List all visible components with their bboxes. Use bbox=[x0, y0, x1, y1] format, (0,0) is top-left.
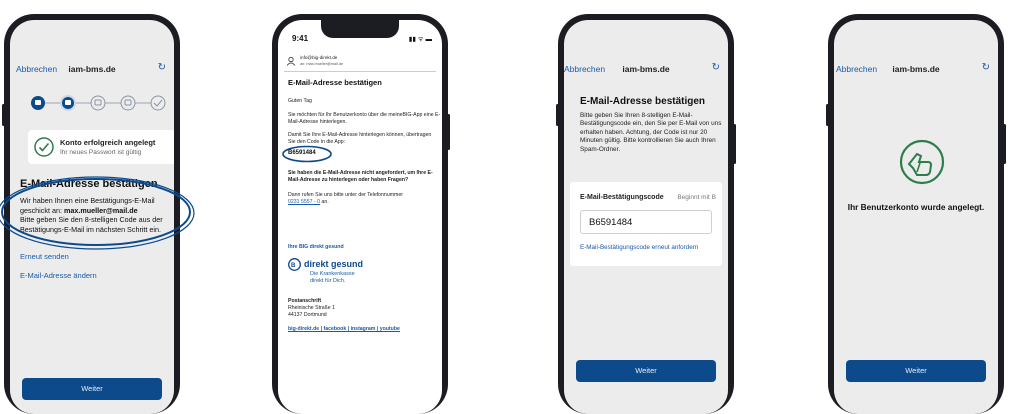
reload-icon[interactable]: ↻ bbox=[982, 62, 990, 73]
highlight-ellipse bbox=[0, 176, 195, 250]
phone-4: Abbrechen iam-bms.de ↻ Ihr Benutzerkonto… bbox=[826, 14, 1006, 414]
field-hint: Beginnt mit B bbox=[677, 194, 716, 201]
instruction-text: Bitte geben Sie Ihren 8-stelligen E-Mail… bbox=[580, 112, 722, 153]
reload-icon[interactable]: ↻ bbox=[712, 62, 720, 73]
field-label: E-Mail-Bestätigungscode bbox=[580, 194, 664, 201]
step-5 bbox=[150, 95, 166, 111]
phone-3: Abbrechen iam-bms.de ↻ E-Mail-Adresse be… bbox=[556, 14, 736, 414]
phone-side-button bbox=[733, 124, 736, 164]
footer-links[interactable]: big-direkt.de | facebook | instagram | y… bbox=[288, 326, 400, 333]
status-icons: ▮▮ ᯤ ▬ bbox=[408, 36, 432, 43]
success-title: Konto erfolgreich angelegt bbox=[60, 138, 156, 147]
phone-side-button bbox=[1003, 124, 1006, 164]
screen-account-done: Abbrechen iam-bms.de ↻ Ihr Benutzerkonto… bbox=[834, 20, 998, 414]
code-highlight-ellipse bbox=[282, 145, 332, 163]
email-greeting: Guten Tag bbox=[288, 98, 312, 104]
big-logo: B direkt gesund Die Krankenkasse direkt … bbox=[288, 258, 388, 292]
phone-notch bbox=[321, 20, 399, 38]
next-button[interactable]: Weiter bbox=[576, 360, 716, 382]
status-time: 9:41 bbox=[292, 34, 309, 43]
nav-bar: Abbrechen iam-bms.de ↻ bbox=[564, 62, 728, 78]
code-input[interactable]: B6591484 bbox=[580, 210, 712, 234]
nav-bar: Abbrechen iam-bms.de ↻ bbox=[834, 62, 998, 78]
thumbs-up-icon bbox=[899, 139, 945, 185]
screen-email: 9:41 ▮▮ ᯤ ▬ info@big-direkt.de an: max.m… bbox=[278, 20, 442, 414]
call-prefix: Dann rufen Sie uns bitte unter der Telef… bbox=[288, 192, 403, 198]
email-question: Sie haben die E-Mail-Adresse nicht angef… bbox=[288, 170, 433, 183]
step-4 bbox=[120, 95, 136, 111]
phone-side-button bbox=[826, 104, 829, 126]
success-check-icon bbox=[34, 137, 54, 157]
divider bbox=[284, 71, 436, 72]
page-title: E-Mail-Adresse bestätigen bbox=[580, 96, 706, 107]
phone-side-button bbox=[556, 104, 559, 126]
resend-code-link[interactable]: E-Mail-Bestätigungscode erneut anfordern bbox=[580, 244, 698, 251]
phone-2: 9:41 ▮▮ ᯤ ▬ info@big-direkt.de an: max.m… bbox=[272, 14, 450, 414]
change-email-link[interactable]: E-Mail-Adresse ändern bbox=[20, 271, 97, 280]
success-subtitle: Ihr neues Passwort ist gültig bbox=[60, 149, 142, 156]
logo-tagline-2: direkt für Dich. bbox=[310, 278, 346, 284]
success-card: Konto erfolgreich angelegt Ihr neues Pas… bbox=[28, 130, 174, 164]
logo-name: direkt gesund bbox=[304, 259, 364, 269]
email-call-text: Dann rufen Sie uns bitte unter der Telef… bbox=[288, 192, 442, 206]
email-signoff: Ihre BIG direkt gesund bbox=[288, 244, 344, 250]
nav-bar: Abbrechen iam-bms.de ↻ bbox=[10, 62, 174, 78]
reload-icon[interactable]: ↻ bbox=[158, 62, 166, 73]
screen-enter-code: Abbrechen iam-bms.de ↻ E-Mail-Adresse be… bbox=[564, 20, 728, 414]
address-line-2: 44137 Dortmund bbox=[288, 312, 327, 318]
sender-avatar-icon bbox=[286, 56, 296, 66]
host-label: iam-bms.de bbox=[68, 64, 116, 74]
logo-tagline-1: Die Krankenkasse bbox=[310, 271, 355, 277]
progress-stepper bbox=[31, 95, 166, 111]
email-to: an: max.mueller@mail.de bbox=[300, 62, 344, 66]
host-label: iam-bms.de bbox=[892, 64, 940, 74]
success-message: Ihr Benutzerkonto wurde angelegt. bbox=[847, 202, 985, 212]
call-suffix: an. bbox=[320, 199, 329, 205]
phone-side-button bbox=[2, 104, 5, 126]
phone-link[interactable]: 0231 5557 - 0 bbox=[288, 199, 320, 205]
address-line-1: Rheinische Straße 1 bbox=[288, 305, 335, 311]
phone-side-button bbox=[447, 114, 450, 150]
big-logo-icon: B bbox=[288, 258, 301, 271]
host-label: iam-bms.de bbox=[622, 64, 670, 74]
email-paragraph-1: Sie möchten für Ihr Benutzerkonto über d… bbox=[288, 112, 441, 125]
email-subject: E-Mail-Adresse bestätigen bbox=[288, 78, 382, 87]
step-3 bbox=[90, 95, 106, 111]
next-button[interactable]: Weiter bbox=[22, 378, 162, 400]
next-button[interactable]: Weiter bbox=[846, 360, 986, 382]
email-from: info@big-direkt.de bbox=[300, 55, 338, 60]
phone-1: Abbrechen iam-bms.de ↻ Konto erfolgreich… bbox=[0, 14, 195, 414]
address-title: Postanschrift bbox=[288, 298, 322, 304]
code-card: E-Mail-Bestätigungscode Beginnt mit B B6… bbox=[570, 182, 722, 266]
svg-text:B: B bbox=[291, 263, 296, 269]
